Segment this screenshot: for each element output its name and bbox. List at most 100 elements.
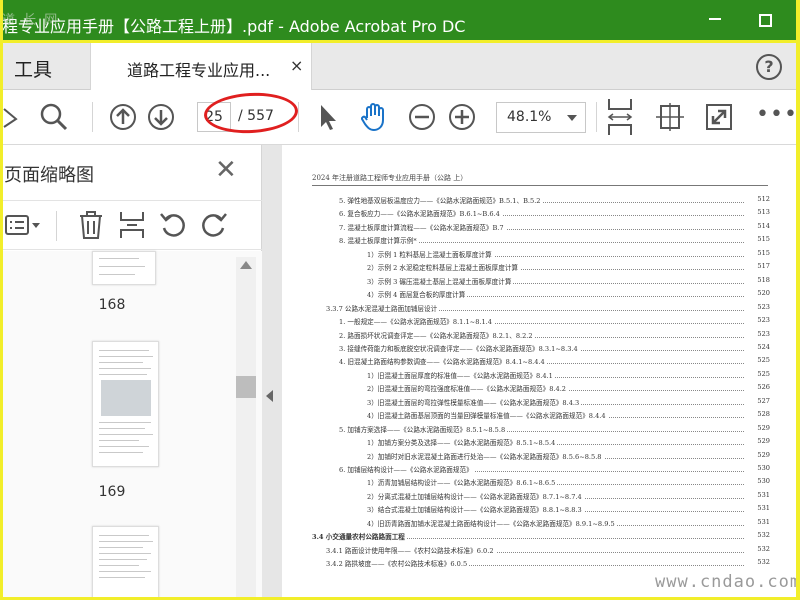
toc-entry[interactable]: 3. 接缝传荷能力和板底脱空状况调查评定——《公路水泥路面规范》8.3.1~8.… [282,342,800,355]
toc-entry-page: 531 [744,517,770,526]
maximize-icon [758,14,772,27]
rotate-counterclockwise-icon[interactable] [158,210,188,240]
toc-entry[interactable]: 4）旧沥青路面加铺水泥混凝土路面结构设计——《公路水泥路面规范》8.9.1~8.… [282,517,800,530]
next-page-icon[interactable] [145,101,177,133]
toc-entry[interactable]: 5. 加铺方案选择——《公路水泥路面规范》8.5.1~8.5.8 529 [282,423,800,436]
zoom-value: 48.1% [507,109,552,125]
thumbnail-scrollbar[interactable] [236,257,256,600]
collapse-panel-icon[interactable] [266,390,273,402]
toc-entry[interactable]: 2）示例 2 水泥稳定粒料基层上混凝土面板厚度计算 517 [282,262,800,274]
thumbnail-list: 168 169 [0,251,262,600]
toc-entry[interactable]: 8. 混凝土板厚度计算示例* 515 [282,235,800,247]
toc-entry-title: 8. 混凝土板厚度计算示例* [339,235,419,246]
close-icon[interactable]: ✕ [215,155,237,185]
thumbnail-label: 168 [98,297,126,313]
toc-entry-page: 515 [744,235,770,244]
site-watermark: www.cndao.com [655,572,800,592]
toolbar-separator [92,102,93,132]
thumbnail-page-170[interactable] [92,526,159,600]
mail-icon[interactable] [2,101,34,133]
toc-entry[interactable]: 5. 弹性地基双层板温度应力——《公路水泥路面规范》B.5.1、B.5.2 512 [282,195,800,207]
minimize-button[interactable] [704,10,726,32]
zoom-dropdown[interactable]: 48.1% [496,102,586,133]
maximize-button[interactable] [754,10,776,32]
toc-entry-title: 1. 一般规定——《公路水泥路面规范》8.1.1~8.1.4 [339,316,494,327]
toc-entry-page: 532 [744,544,770,553]
zoom-in-icon[interactable] [446,101,478,133]
toc-entry-title: 2）示例 2 水泥稳定粒料基层上混凝土面板厚度计算 [367,262,521,273]
previous-page-icon[interactable] [107,101,139,133]
toc-entry-title: 1）沥青加铺层结构设计——《公路水泥路面规范》8.6.1~8.6.5 [367,477,558,488]
hand-tool-icon[interactable] [358,101,390,133]
tab-tools[interactable]: 工具 [14,55,52,82]
toc-entry-title: 1）旧混凝土面层厚度的标准值——《公路水泥路面规范》8.4.1 [367,369,555,380]
toc-entry[interactable]: 6. 复合板应力——《公路水泥路面规范》B.6.1~B.6.4 513 [282,208,800,220]
full-screen-icon[interactable] [703,101,735,133]
thumbnail-page-169[interactable] [92,341,159,467]
scroll-up-icon[interactable] [240,261,252,269]
toc-entry[interactable]: 2）旧混凝土面层的弯拉强度标准值——《公路水泥路面规范》8.4.2 526 [282,383,800,395]
toc-entry-title: 5. 弹性地基双层板温度应力——《公路水泥路面规范》B.5.1、B.5.2 [339,195,543,205]
toolbar: 25 / 557 48.1% ••• [0,90,800,145]
search-icon[interactable] [38,101,70,133]
toc-entry-page: 518 [744,275,770,284]
toc-entry-title: 3.3.7 公路水泥混凝土路面加铺层设计 [326,302,440,313]
toc-entry[interactable]: 3.3.7 公路水泥混凝土路面加铺层设计 523 [282,302,800,315]
toc-entry-page: 524 [744,342,770,351]
toc-entry[interactable]: 4）示例 4 面层复合板的厚度计算 520 [282,289,800,301]
toc-entry[interactable]: 3.4 小交通量农村公路路面工程 532 [282,531,800,543]
toc-entry-page: 514 [744,221,770,230]
page-header: 2024 年注册道路工程师专业应用手册（公路 上） [312,174,468,182]
toc-entry-title: 2. 路面损坏状况调查评定——《公路水泥路面规范》8.2.1、8.2.2 [339,329,535,340]
toc-entry-page: 526 [744,383,770,392]
toc-entry[interactable]: 2）分离式混凝土加铺层结构设计——《公路水泥路面规范》8.7.1~8.7.4 53… [282,490,800,503]
toc-entry[interactable]: 1）沥青加铺层结构设计——《公路水泥路面规范》8.6.1~8.6.5 530 [282,477,800,489]
scrollbar-thumb[interactable] [236,376,256,398]
header-rule [312,185,768,186]
toc-entry[interactable]: 4）旧混凝土路面基层顶面的当量回弹模量标准值——《公路水泥路面规范》8.4.4 5… [282,410,800,422]
tab-bar: 工具 道路工程专业应用... × ? [0,43,800,90]
toc-entry[interactable]: 1. 一般规定——《公路水泥路面规范》8.1.1~8.1.4 523 [282,316,800,328]
toc-entry[interactable]: 1）示例 1 粒料基层上混凝土面板厚度计算 515 [282,248,800,261]
window-title: 程专业应用手册【公路工程上册】.pdf - Adobe Acrobat Pro … [2,17,466,36]
toc-entry[interactable]: 3）旧混凝土面层的弯拉弹性模量标准值——《公路水泥路面规范》8.4.3 527 [282,396,800,409]
select-cursor-icon[interactable] [312,101,344,133]
toc-entry[interactable]: 1）旧混凝土面层厚度的标准值——《公路水泥路面规范》8.4.1 525 [282,369,800,382]
thumbnail-options-icon[interactable] [4,210,44,240]
rotate-page-icon[interactable] [654,101,686,133]
insert-page-icon[interactable] [117,210,147,240]
toc-entry-title: 3.4 小交通量农村公路路面工程 [312,531,407,542]
toc-entry-page: 532 [744,558,770,567]
toc-entry-page: 523 [744,302,770,311]
toc-entry[interactable]: 2）加铺时对旧水泥混凝土路面进行处治——《公路水泥路面规范》8.5.6~8.5.… [282,450,800,463]
page-thumbnails-panel: 页面缩略图 ✕ 168 169 [0,145,262,600]
toolbar-separator [298,102,299,132]
rotate-clockwise-icon[interactable] [199,210,229,240]
panel-title: 页面缩略图 [4,165,94,186]
tab-document[interactable]: 道路工程专业应用... × [90,43,312,90]
toc-entry[interactable]: 4. 旧混凝土路面结构参数调查——《公路水泥路面规范》8.4.1~8.4.4 52… [282,356,800,368]
title-bar: 程专业应用手册【公路工程上册】.pdf - Adobe Acrobat Pro … [0,0,800,43]
toc-entry[interactable]: 3.4.2 路拱坡度——《农村公路技术标准》6.0.5 532 [282,558,800,570]
toc-entry[interactable]: 6. 加铺层结构设计——《公路水泥路面规范》 530 [282,464,800,476]
fit-width-icon[interactable] [604,97,636,137]
frame-left-edge [0,0,3,600]
toc-entry-title: 6. 加铺层结构设计——《公路水泥路面规范》 [339,464,475,474]
toc-entry-page: 531 [744,504,770,513]
more-options-icon[interactable]: ••• [756,102,798,127]
toc-entry[interactable]: 2. 路面损坏状况调查评定——《公路水泥路面规范》8.2.1、8.2.2 523 [282,329,800,342]
toc-entry[interactable]: 1）加铺方案分类及选择——《公路水泥路面规范》8.5.1~8.5.4 529 [282,437,800,449]
tab-document-label: 道路工程专业应用... [127,61,271,80]
toc-entry-page: 523 [744,316,770,325]
toc-entry[interactable]: 3.4.1 路面设计使用年限——《农村公路技术标准》6.0.2 532 [282,544,800,557]
tab-close-icon[interactable]: × [290,56,303,75]
help-icon[interactable]: ? [756,54,782,80]
toc-entry-page: 513 [744,208,770,217]
toc-entry-title: 3）结合式混凝土加铺层结构设计——《公路水泥路面规范》8.8.1~8.8.3 [367,504,584,515]
thumbnail-page-168[interactable] [92,251,156,285]
zoom-out-icon[interactable] [406,101,438,133]
toc-entry[interactable]: 3）示例 3 碾压混凝土基层上混凝土面板厚度计算 518 [282,275,800,288]
toc-entry[interactable]: 7. 混凝土板厚度计算流程——《公路水泥路面规范》B.7 514 [282,221,800,234]
delete-icon[interactable] [76,210,106,240]
toc-entry[interactable]: 3）结合式混凝土加铺层结构设计——《公路水泥路面规范》8.8.1~8.8.3 53… [282,504,800,516]
